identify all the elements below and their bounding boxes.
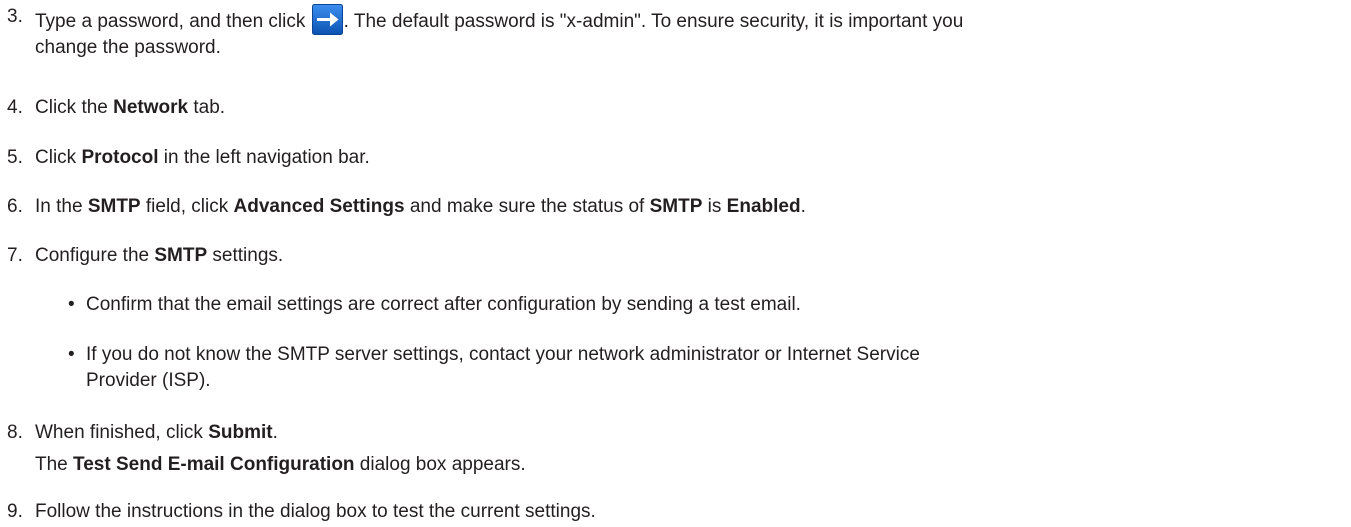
step-text: Follow the instructions in the dialog bo… <box>35 501 596 522</box>
ui-label-smtp: SMTP <box>154 245 208 266</box>
step-8-result: The Test Send E-mail Configuration dialo… <box>35 452 526 478</box>
step-text: change the password. <box>35 37 221 58</box>
step-text: Click <box>35 147 82 168</box>
step-text: is <box>702 196 727 217</box>
step-text: and make sure the status of <box>404 196 650 217</box>
step-6: 6. In the SMTP field, click Advanced Set… <box>0 194 1340 220</box>
step-text: in the left navigation bar. <box>158 147 370 168</box>
step-text: field, click <box>140 196 234 217</box>
ui-label-dialog-title: Test Send E-mail Configuration <box>73 454 355 475</box>
step-text: . The default password is "x-admin". To … <box>343 11 964 32</box>
step-8: 8. When finished, click Submit. <box>0 420 1340 446</box>
step-text: . <box>272 422 278 443</box>
step-text: Configure the <box>35 245 155 266</box>
step-5: 5. Click Protocol in the left navigation… <box>0 145 1340 171</box>
step-text: . <box>800 196 806 217</box>
step-number: 8. <box>7 422 23 443</box>
bullet-item: • Confirm that the email settings are co… <box>0 292 1340 318</box>
step-number: 7. <box>7 245 23 266</box>
ui-label-advanced-settings: Advanced Settings <box>233 196 405 217</box>
step-9: 9. Follow the instructions in the dialog… <box>0 499 1340 525</box>
step-text: Type a password, and then click <box>35 11 306 32</box>
bullet-text: Confirm that the email settings are corr… <box>86 294 801 315</box>
step-text: In the <box>35 196 88 217</box>
ui-label-submit: Submit <box>208 422 273 443</box>
bullet-icon: • <box>68 294 75 315</box>
ui-label-enabled: Enabled <box>726 196 801 217</box>
step-number: 6. <box>7 196 23 217</box>
bullet-icon: • <box>68 344 75 365</box>
step-number: 9. <box>7 501 23 522</box>
step-number: 5. <box>7 147 23 168</box>
step-number: 3. <box>7 6 23 27</box>
step-4: 4. Click the Network tab. <box>0 95 1340 121</box>
step-text: settings. <box>207 245 284 266</box>
step-number: 4. <box>7 97 23 118</box>
ui-label-smtp: SMTP <box>87 196 141 217</box>
bullet-text: Provider (ISP). <box>86 370 211 391</box>
step-text: Click the <box>35 97 114 118</box>
step-text: dialog box appears. <box>354 454 526 475</box>
ui-label-network: Network <box>113 97 189 118</box>
bullet-item: • If you do not know the SMTP server set… <box>0 342 1340 394</box>
step-text: tab. <box>188 97 226 118</box>
step-7: 7. Configure the SMTP settings. <box>0 243 1340 269</box>
ui-label-protocol: Protocol <box>81 147 159 168</box>
login-arrow-icon <box>311 4 343 35</box>
step-text: When finished, click <box>35 422 209 443</box>
ui-label-smtp: SMTP <box>649 196 703 217</box>
step-text: The <box>35 454 74 475</box>
bullet-text: If you do not know the SMTP server setti… <box>86 344 920 365</box>
step-3: 3. Type a password, and then click . The… <box>0 4 1340 61</box>
